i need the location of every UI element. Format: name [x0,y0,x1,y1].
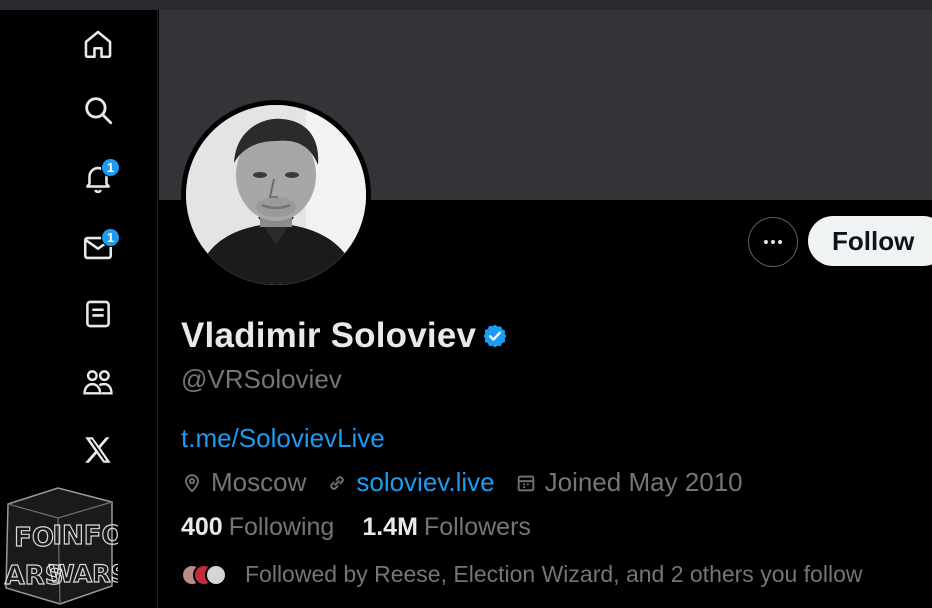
nav-lists[interactable] [76,292,120,336]
nav-explore[interactable] [76,88,120,132]
following-stat[interactable]: 400 Following [181,513,334,542]
joined-item: Joined May 2010 [515,467,743,498]
profile-handle: @VRSoloviev [181,364,342,394]
link-icon [330,475,345,490]
avatar-photo [186,105,366,285]
following-label: Following [228,513,335,541]
nav-home[interactable] [76,22,120,66]
x-logo-icon [85,437,111,463]
verified-badge-icon[interactable] [482,323,508,349]
website-link[interactable]: soloviev.live [356,467,494,498]
more-options-button[interactable] [748,217,798,267]
mini-avatar [205,563,227,586]
follow-stats: 400 Following 1.4M Followers [181,513,559,542]
home-icon [84,30,112,59]
window-top-strip [0,0,932,10]
followed-by-text[interactable]: Followed by Reese, Election Wizard, and … [245,561,862,588]
followers-count: 1.4M [362,513,418,541]
svg-text:INFO: INFO [52,521,118,551]
calendar-icon [517,475,534,491]
followers-you-know-avatars [181,562,231,588]
messages-badge: 1 [101,228,120,247]
followed-by-row[interactable]: Followed by Reese, Election Wizard, and … [181,561,862,588]
ellipsis-icon [764,240,782,244]
search-icon [85,97,113,125]
nav-communities[interactable] [76,360,120,404]
follow-button[interactable]: Follow [808,216,932,266]
location-pin-icon [185,473,199,492]
bio-link[interactable]: t.me/SolovievLive [181,423,385,454]
profile-meta: Moscow soloviev.live Joined May 2010 [181,467,763,498]
nav-premium[interactable] [76,428,120,472]
list-icon [86,300,110,328]
display-name: Vladimir Soloviev [181,316,477,355]
following-count: 400 [181,513,223,541]
joined-text: Joined May 2010 [544,467,743,497]
nav-notifications[interactable]: 1 [76,156,120,200]
notification-badge: 1 [101,158,120,177]
location-item: Moscow [181,467,306,498]
svg-text:FO: FO [14,523,54,553]
website-item[interactable]: soloviev.live [326,467,495,498]
followers-stat[interactable]: 1.4M Followers [362,513,531,542]
infowars-watermark-logo: FO INFO ARS WARS [4,487,118,605]
nav-messages[interactable]: 1 [76,226,120,270]
display-name-row: Vladimir Soloviev [181,316,508,356]
location-text: Moscow [211,467,307,497]
people-icon [83,370,113,395]
svg-text:WARS: WARS [48,560,118,588]
profile-avatar[interactable] [181,100,371,290]
followers-label: Followers [423,513,531,541]
